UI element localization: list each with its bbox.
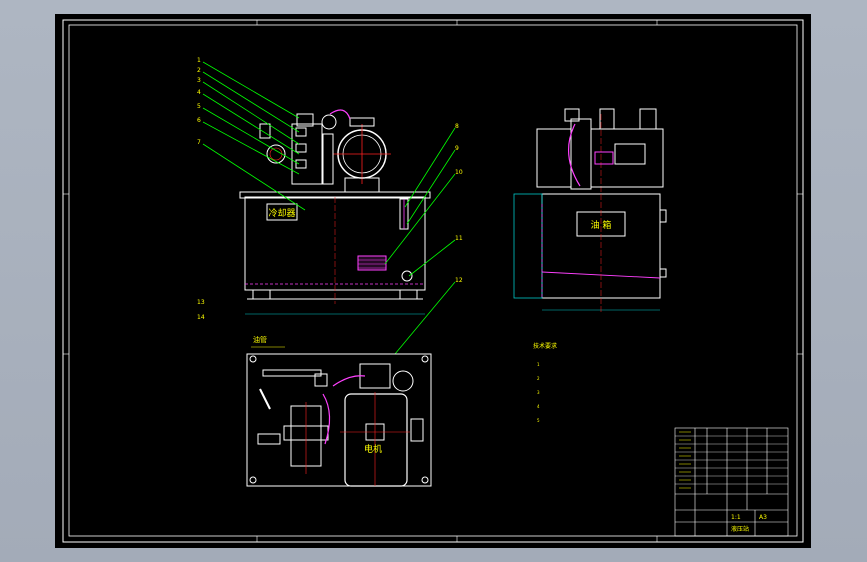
svg-text:技术要求: 技术要求	[533, 342, 557, 350]
svg-text:1:1: 1:1	[731, 514, 741, 521]
cooler-label: 冷却器	[268, 207, 295, 219]
front-view[interactable]: 冷却器	[239, 109, 431, 315]
svg-text:6: 6	[197, 117, 201, 124]
plan-tank-top	[246, 353, 432, 487]
svg-text:A3: A3	[759, 514, 767, 521]
svg-text:3: 3	[537, 390, 540, 395]
svg-text:1: 1	[197, 57, 201, 64]
svg-text:11: 11	[455, 235, 463, 242]
drawing-canvas[interactable]: 冷却器 1 2 3 4 5 6 7 8 9 10 11 12 13 14 油 箱…	[55, 14, 811, 548]
side-view[interactable]: 油 箱	[513, 108, 667, 314]
drawing-sheet[interactable]: 冷却器 1 2 3 4 5 6 7 8 9 10 11 12 13 14 油 箱…	[55, 14, 811, 548]
svg-text:4: 4	[537, 404, 540, 409]
svg-text:4: 4	[197, 89, 201, 96]
svg-text:10: 10	[455, 169, 463, 176]
outer-frame	[62, 19, 804, 543]
svg-text:3: 3	[197, 77, 201, 84]
svg-text:7: 7	[197, 139, 201, 146]
svg-text:9: 9	[455, 145, 459, 152]
svg-text:14: 14	[197, 314, 205, 321]
svg-text:12: 12	[455, 277, 463, 284]
leader-lines-left	[202, 61, 456, 355]
plan-view[interactable]: 油管 电机	[246, 335, 432, 487]
svg-text:2: 2	[537, 376, 540, 381]
svg-text:8: 8	[455, 123, 459, 130]
pressure-gauge-icon-2	[321, 114, 337, 130]
svg-text:1: 1	[537, 362, 540, 367]
svg-text:13: 13	[197, 299, 205, 306]
svg-text:5: 5	[197, 103, 201, 110]
inner-frame	[68, 24, 798, 537]
zone-ticks	[63, 20, 803, 542]
svg-text:液压站: 液压站	[731, 525, 749, 533]
svg-text:2: 2	[197, 67, 201, 74]
title-block-text: 1:1 A3 液压站	[731, 514, 767, 533]
side-motor	[536, 128, 572, 188]
oil-pipe-label: 油管	[253, 335, 267, 344]
svg-text:5: 5	[537, 418, 540, 423]
technical-notes: 技术要求 1 2 3 4 5	[533, 342, 557, 423]
part-numbers: 1 2 3 4 5 6 7 8 9 10 11 12 13 14	[197, 57, 463, 321]
motor-label: 电机	[364, 443, 382, 455]
